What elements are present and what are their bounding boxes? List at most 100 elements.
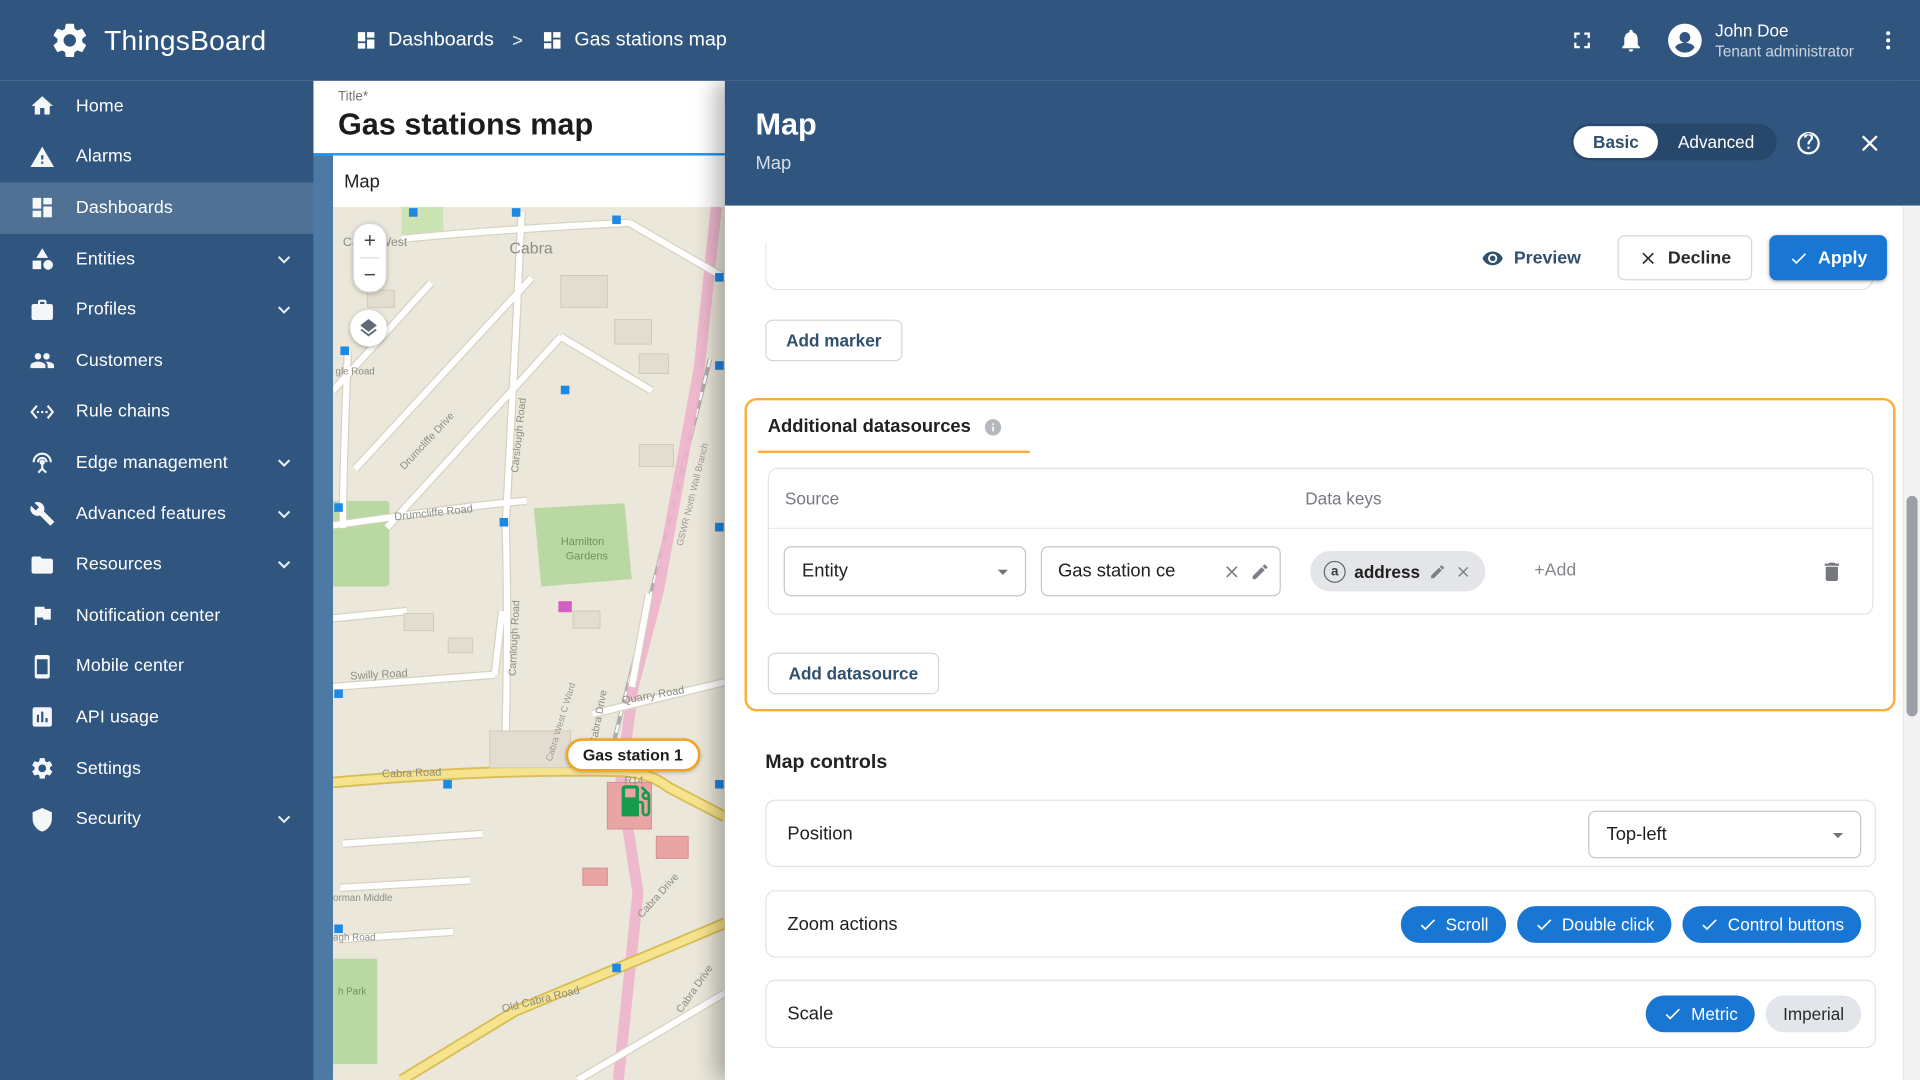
sidebar-item-settings[interactable]: Settings: [0, 743, 313, 794]
sidebar-item-resources[interactable]: Resources: [0, 539, 313, 590]
scale-chip-metric[interactable]: Metric: [1646, 996, 1755, 1033]
edge-icon: [29, 450, 55, 476]
app-name: ThingsBoard: [104, 24, 266, 57]
zoom-action-chips: Scroll Double click Control buttons: [1400, 906, 1861, 943]
app-logo[interactable]: ThingsBoard: [0, 20, 313, 62]
remove-key-icon[interactable]: [1454, 563, 1471, 580]
sidebar-item-api-usage[interactable]: API usage: [0, 692, 313, 743]
apply-button[interactable]: Apply: [1769, 235, 1887, 280]
scale-chip-imperial[interactable]: Imperial: [1766, 996, 1861, 1033]
check-icon: [1534, 914, 1554, 934]
sidebar-item-home[interactable]: Home: [0, 81, 313, 132]
chip-label: Metric: [1691, 1004, 1738, 1024]
sidebar-nav: HomeAlarmsDashboardsEntitiesProfiles Cust…: [0, 81, 313, 845]
column-source: Source: [785, 489, 839, 509]
profiles-icon: [29, 297, 55, 323]
thingsboard-app: ThingsBoard Dashboards > Gas stations ma…: [0, 0, 1920, 1080]
sidebar-item-label: Customers: [76, 351, 163, 371]
notifications-bell-icon[interactable]: [1617, 27, 1644, 54]
sidebar-item-profiles[interactable]: Profiles: [0, 285, 313, 336]
more-menu-icon[interactable]: [1876, 28, 1900, 52]
map-canvas[interactable]: [333, 207, 725, 1080]
add-marker-label: Add marker: [786, 331, 881, 351]
help-icon[interactable]: [1795, 130, 1822, 157]
alarms-icon: [29, 144, 55, 170]
sidebar-item-edge-management[interactable]: Edge management: [0, 437, 313, 488]
user-menu[interactable]: John Doe Tenant administrator: [1666, 19, 1854, 61]
rule-chains-icon: [29, 399, 55, 425]
clear-entity-icon[interactable]: [1222, 561, 1242, 581]
fullscreen-icon[interactable]: [1568, 27, 1595, 54]
sidebar: HomeAlarmsDashboardsEntitiesProfiles Cust…: [0, 81, 313, 1080]
position-select[interactable]: Top-left: [1588, 811, 1861, 859]
dashboard-titlebar: Title* Gas stations map: [313, 81, 724, 156]
add-datasource-label: Add datasource: [789, 664, 919, 684]
close-icon[interactable]: [1856, 130, 1883, 157]
toggle-basic[interactable]: Basic: [1573, 126, 1658, 158]
check-icon: [1789, 248, 1809, 268]
additional-datasources-section: Additional datasources Source Data keys …: [744, 398, 1895, 711]
sidebar-item-advanced-features[interactable]: Advanced features: [0, 488, 313, 539]
sidebar-item-mobile-center[interactable]: Mobile center: [0, 641, 313, 692]
dashboard-title-input[interactable]: Gas stations map: [338, 108, 725, 144]
scale-card: Scale MetricImperial: [765, 980, 1876, 1049]
sidebar-item-label: Notification center: [76, 606, 220, 626]
sidebar-item-entities[interactable]: Entities: [0, 234, 313, 285]
security-icon: [29, 806, 55, 832]
close-icon: [1639, 248, 1659, 268]
map-layers-button[interactable]: [350, 310, 387, 347]
add-key-button[interactable]: +Add: [1534, 561, 1576, 581]
sidebar-item-dashboards[interactable]: Dashboards: [0, 183, 313, 234]
table-header: Source Data keys: [769, 469, 1872, 529]
add-datasource-button[interactable]: Add datasource: [768, 653, 939, 695]
chevron-down-icon: [272, 247, 296, 271]
sidebar-item-notification-center[interactable]: Notification center: [0, 590, 313, 641]
breadcrumb-dashboards[interactable]: Dashboards: [355, 29, 494, 51]
info-icon[interactable]: [983, 417, 1003, 437]
dashboard-icon: [29, 195, 55, 221]
sidebar-item-alarms[interactable]: Alarms: [0, 132, 313, 183]
source-type-select[interactable]: Entity: [784, 546, 1026, 596]
decline-button[interactable]: Decline: [1618, 235, 1752, 280]
sidebar-item-security[interactable]: Security: [0, 794, 313, 845]
chevron-down-icon: [272, 807, 296, 831]
breadcrumb-current[interactable]: Gas stations map: [541, 29, 727, 51]
scrollbar[interactable]: [1903, 206, 1920, 1080]
zoom-action-chip-control-buttons[interactable]: Control buttons: [1683, 906, 1862, 943]
map-widget[interactable]: Map: [333, 156, 725, 1080]
advanced-icon: [29, 501, 55, 527]
highlight-underline: [758, 451, 1030, 453]
zoom-action-chip-double-click[interactable]: Double click: [1517, 906, 1672, 943]
thingsboard-logo-icon: [49, 20, 91, 62]
toggle-advanced[interactable]: Advanced: [1658, 126, 1773, 158]
sidebar-item-label: Rule chains: [76, 402, 170, 422]
key-label: address: [1354, 561, 1420, 581]
map-marker-label[interactable]: Gas station 1: [566, 738, 700, 771]
map[interactable]: Cabra WestCabragle RoadDrumcliffe DriveC…: [333, 207, 725, 1080]
map-zoom-control: + −: [353, 223, 387, 293]
sidebar-item-label: Resources: [76, 555, 162, 575]
chevron-down-icon: [1826, 822, 1850, 846]
add-marker-button[interactable]: Add marker: [765, 320, 902, 362]
breadcrumb-label: Gas stations map: [574, 29, 726, 51]
data-key-chip[interactable]: a address: [1310, 551, 1485, 591]
position-value: Top-left: [1607, 824, 1667, 845]
sidebar-item-rule-chains[interactable]: Rule chains: [0, 386, 313, 437]
scrollbar-thumb[interactable]: [1907, 496, 1918, 716]
chip-label: Double click: [1562, 914, 1654, 934]
sidebar-item-label: Edge management: [76, 453, 228, 473]
preview-button[interactable]: Preview: [1462, 235, 1600, 280]
delete-datasource-icon[interactable]: [1820, 560, 1844, 584]
sidebar-item-customers[interactable]: Customers: [0, 335, 313, 386]
zoom-in-button[interactable]: +: [354, 224, 386, 257]
zoom-action-chip-scroll[interactable]: Scroll: [1400, 906, 1505, 943]
zoom-out-button[interactable]: −: [354, 258, 386, 291]
api-icon: [29, 705, 55, 731]
entity-autocomplete[interactable]: Gas station ce: [1041, 546, 1281, 596]
edit-entity-icon[interactable]: [1250, 561, 1270, 581]
edit-key-icon[interactable]: [1429, 563, 1446, 580]
check-icon: [1417, 914, 1437, 934]
action-bar: Preview Decline Apply: [1462, 235, 1887, 280]
gas-station-marker-icon[interactable]: [615, 780, 657, 822]
header-actions: John Doe Tenant administrator: [1568, 19, 1920, 61]
